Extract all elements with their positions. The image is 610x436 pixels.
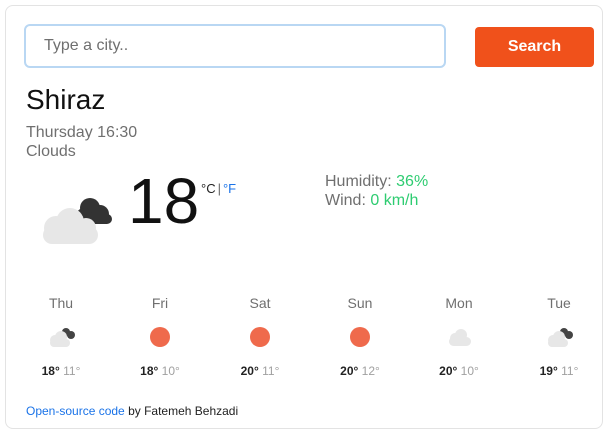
- weather-description: Clouds: [26, 143, 76, 160]
- forecast-temps: 18° 10°: [120, 364, 200, 378]
- forecast-day-name: Fri: [151, 295, 169, 311]
- forecast-day-name: Sun: [347, 295, 373, 311]
- wind-row: Wind: 0 km/h: [325, 191, 428, 210]
- broken-clouds-icon: [43, 198, 112, 244]
- weather-details: Humidity: 36% Wind: 0 km/h: [325, 172, 428, 210]
- forecast-temps: 20° 11°: [220, 364, 300, 378]
- forecast-low: 11°: [63, 364, 81, 378]
- forecast-low: 10°: [460, 364, 479, 378]
- sun-icon: [345, 326, 375, 348]
- forecast-high: 20°: [340, 364, 359, 378]
- wind-value: 0 km/h: [370, 192, 419, 209]
- forecast-day-name: Tue: [547, 295, 571, 311]
- forecast-low: 11°: [262, 364, 280, 378]
- celsius-unit: °C: [201, 181, 216, 196]
- forecast-high: 18°: [41, 364, 60, 378]
- sun-icon: [245, 326, 275, 348]
- author-credit: by Fatemeh Behzadi: [128, 404, 239, 418]
- current-temperature: 18: [128, 165, 200, 237]
- forecast-high: 20°: [439, 364, 458, 378]
- unit-separator: |: [217, 181, 221, 196]
- city-name: Shiraz: [26, 84, 106, 115]
- forecast-high: 19°: [539, 364, 558, 378]
- forecast-day: Sun 20° 12°: [320, 295, 400, 378]
- cloud-icon: [46, 326, 76, 348]
- search-button[interactable]: Search: [475, 27, 594, 67]
- forecast-low: 12°: [361, 364, 380, 378]
- date-time: Thursday 16:30: [26, 124, 138, 141]
- forecast-day-name: Mon: [445, 295, 473, 311]
- humidity-row: Humidity: 36%: [325, 172, 428, 191]
- wind-label: Wind:: [325, 192, 366, 209]
- forecast-day: Sat 20° 11°: [220, 295, 300, 378]
- forecast-low: 11°: [561, 364, 579, 378]
- forecast-temps: 18° 11°: [21, 364, 101, 378]
- forecast-temps: 19° 11°: [519, 364, 599, 378]
- fahrenheit-link[interactable]: °F: [223, 181, 236, 196]
- forecast-day: Mon 20° 10°: [419, 295, 499, 378]
- humidity-value: 36%: [396, 173, 429, 190]
- unit-toggle: °C | °F: [201, 181, 236, 196]
- forecast-high: 20°: [240, 364, 259, 378]
- city-search-input[interactable]: [24, 24, 446, 68]
- forecast-temps: 20° 10°: [419, 364, 499, 378]
- forecast-day-name: Thu: [48, 295, 74, 311]
- sun-icon: [145, 326, 175, 348]
- forecast-high: 18°: [140, 364, 159, 378]
- light-cloud-icon: [444, 326, 474, 348]
- forecast-day: Thu 18° 11°: [21, 295, 101, 378]
- forecast-row: Thu 18° 11° Fri 18° 10° Sat 20° 11° Sun …: [11, 295, 609, 378]
- forecast-low: 10°: [161, 364, 180, 378]
- cloud-icon: [544, 326, 574, 348]
- footer-credit: Open-source code by Fatemeh Behzadi: [26, 404, 238, 418]
- forecast-day: Tue 19° 11°: [519, 295, 599, 378]
- forecast-day-name: Sat: [249, 295, 271, 311]
- source-code-link[interactable]: Open-source code: [26, 404, 125, 418]
- weather-card: Search Shiraz Thursday 16:30 Clouds 18 °…: [5, 5, 603, 429]
- humidity-label: Humidity:: [325, 173, 392, 190]
- forecast-temps: 20° 12°: [320, 364, 400, 378]
- forecast-day: Fri 18° 10°: [120, 295, 200, 378]
